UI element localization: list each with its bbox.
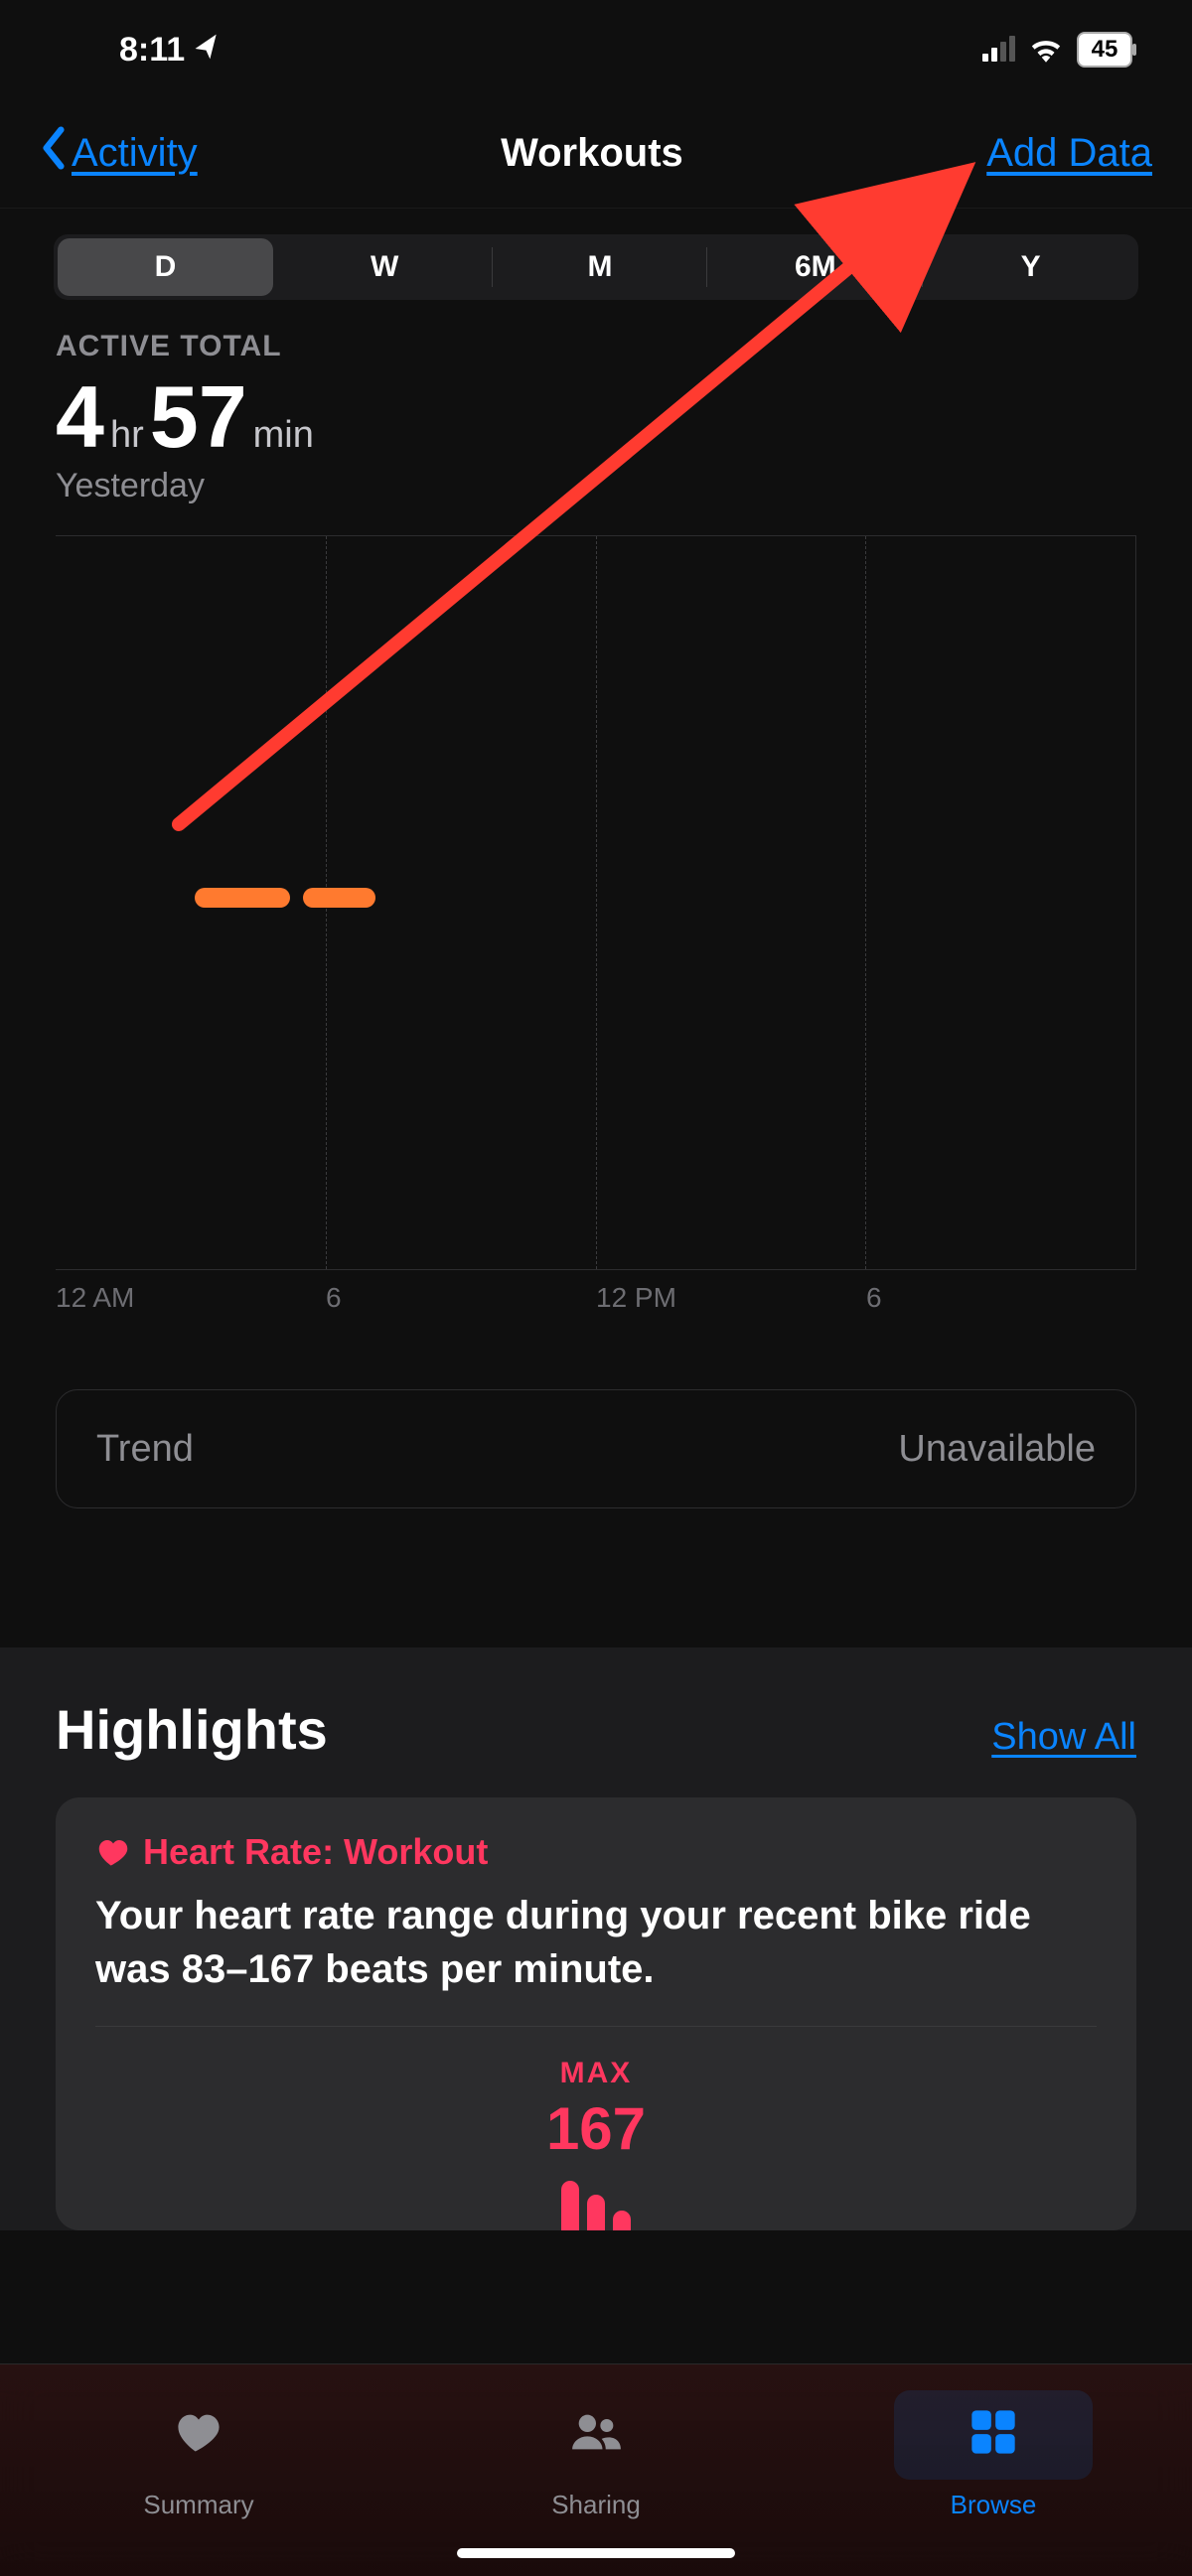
heart-rate-card[interactable]: Heart Rate: Workout Your heart rate rang…	[56, 1797, 1136, 2230]
back-button[interactable]: Activity	[40, 126, 198, 182]
add-data-button[interactable]: Add Data	[986, 131, 1152, 176]
grid-icon	[968, 2406, 1019, 2465]
nav-bar: Activity Workouts Add Data	[0, 99, 1192, 209]
status-bar: 8:11 45	[0, 0, 1192, 99]
chevron-left-icon	[40, 126, 68, 182]
segment-day[interactable]: D	[58, 238, 273, 296]
highlights-section: Highlights Show All Heart Rate: Workout …	[0, 1647, 1192, 2230]
minutes-value: 57	[150, 373, 247, 461]
minutes-unit: min	[253, 414, 314, 457]
active-total-context: Yesterday	[56, 467, 1136, 505]
tab-label: Summary	[143, 2490, 253, 2520]
trend-row[interactable]: Trend Unavailable	[56, 1389, 1136, 1508]
gridline	[865, 536, 866, 1269]
tab-summary[interactable]: Summary	[0, 2364, 397, 2576]
hours-value: 4	[56, 373, 104, 461]
active-total-value: 4 hr 57 min	[56, 373, 1136, 461]
x-tick-label: 12 AM	[56, 1282, 326, 1314]
segment-month[interactable]: M	[493, 234, 708, 300]
tab-sharing[interactable]: Sharing	[397, 2364, 795, 2576]
wifi-icon	[1029, 37, 1063, 63]
cellular-signal-icon	[982, 38, 1015, 62]
metric-sparkline	[95, 2171, 1097, 2230]
status-indicators: 45	[982, 32, 1132, 68]
page-title: Workouts	[501, 131, 683, 176]
x-tick-label: 6	[326, 1282, 596, 1314]
trend-label: Trend	[96, 1428, 194, 1471]
metric-value: 167	[95, 2094, 1097, 2163]
workout-bar	[195, 888, 289, 908]
metric-label: MAX	[95, 2057, 1097, 2090]
show-all-button[interactable]: Show All	[991, 1716, 1136, 1759]
segment-year[interactable]: Y	[923, 234, 1138, 300]
location-arrow-icon	[193, 31, 221, 70]
home-indicator[interactable]	[457, 2548, 735, 2558]
back-label: Activity	[72, 131, 198, 176]
tab-label: Browse	[951, 2490, 1037, 2520]
tab-label: Sharing	[551, 2490, 641, 2520]
segment-week[interactable]: W	[277, 234, 493, 300]
heart-icon	[95, 1834, 131, 1870]
people-icon	[570, 2406, 622, 2465]
battery-percent: 45	[1077, 32, 1132, 68]
status-time: 8:11	[119, 31, 185, 70]
chart-plot-area[interactable]	[56, 535, 1136, 1270]
workout-bar	[303, 888, 374, 908]
card-metric: MAX 167	[95, 2027, 1097, 2230]
time-range-segmented-control[interactable]: D W M 6M Y	[54, 234, 1138, 300]
segment-6month[interactable]: 6M	[707, 234, 923, 300]
highlights-title: Highlights	[56, 1697, 328, 1762]
x-tick-label: 12 PM	[596, 1282, 866, 1314]
active-total-summary: ACTIVE TOTAL 4 hr 57 min Yesterday	[0, 300, 1192, 515]
active-total-label: ACTIVE TOTAL	[56, 330, 1136, 363]
hours-unit: hr	[110, 414, 144, 457]
card-title: Heart Rate: Workout	[143, 1831, 488, 1873]
status-time-group: 8:11	[119, 31, 221, 70]
heart-icon	[173, 2406, 224, 2465]
card-body: Your heart rate range during your recent…	[95, 1889, 1097, 2027]
tab-browse[interactable]: Browse	[795, 2364, 1192, 2576]
gridline	[596, 536, 597, 1269]
workout-chart: 12 AM612 PM6	[56, 535, 1136, 1314]
chart-x-axis: 12 AM612 PM6	[56, 1282, 1136, 1314]
battery-indicator: 45	[1077, 32, 1132, 68]
trend-value: Unavailable	[898, 1428, 1096, 1471]
x-tick-label: 6	[866, 1282, 1136, 1314]
tab-bar: Summary Sharing Browse	[0, 2363, 1192, 2576]
card-header: Heart Rate: Workout	[95, 1831, 1097, 1873]
